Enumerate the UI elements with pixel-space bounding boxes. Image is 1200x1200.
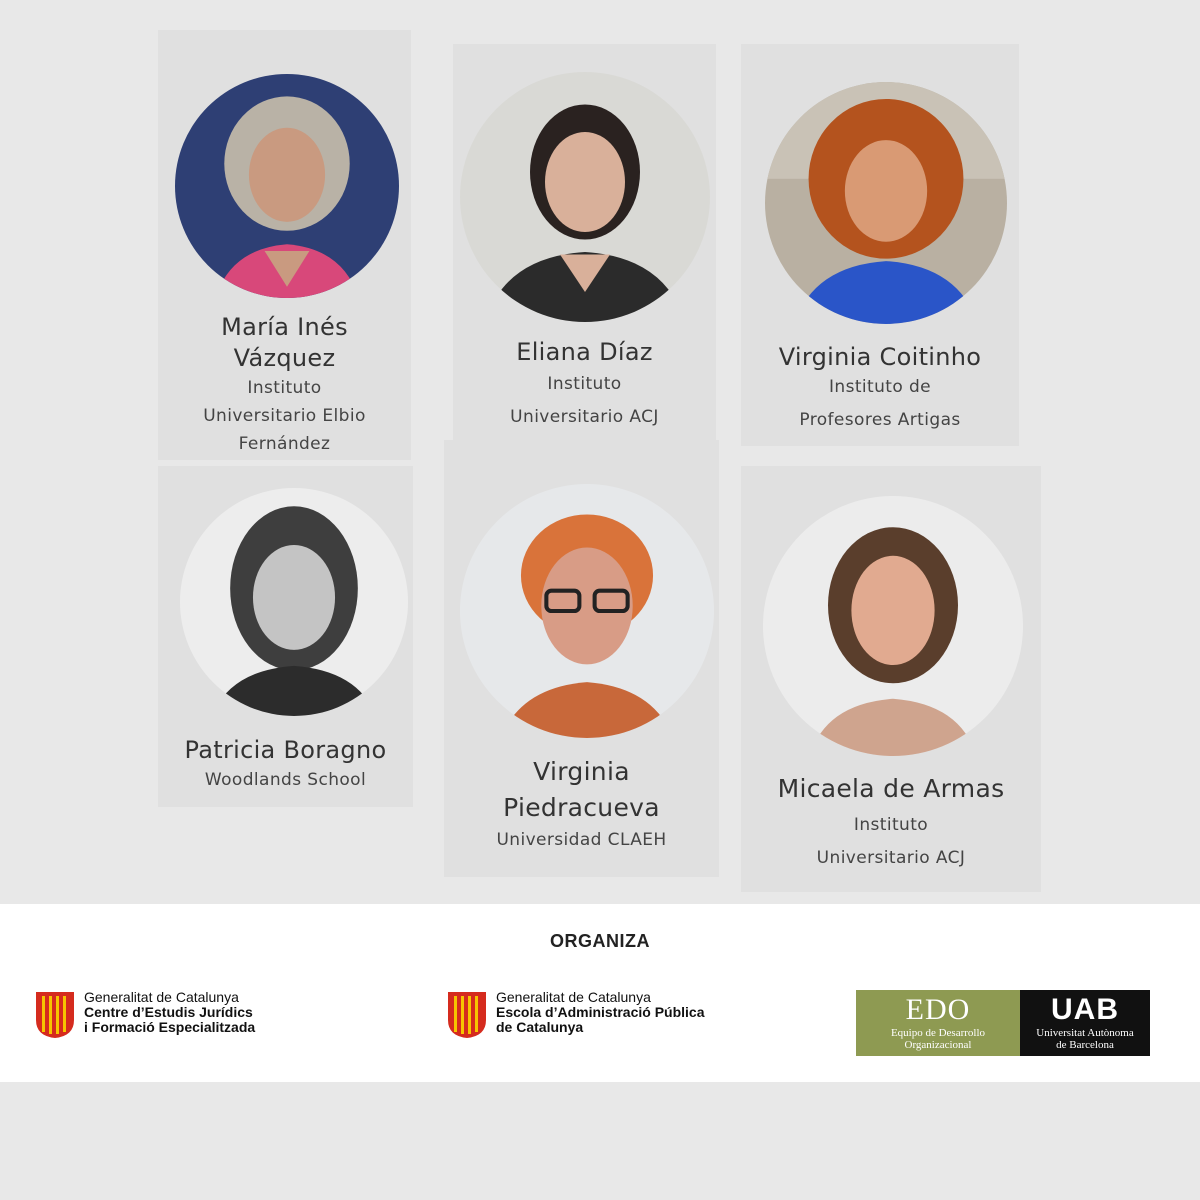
speaker-card: Virginia Coitinho Instituto de Profesore… [741,44,1019,446]
speaker-affiliation-line: Instituto de [829,377,931,397]
portrait-image [765,82,1007,324]
speaker-photo [765,82,1007,324]
uab-title: UAB [1051,993,1119,1026]
speaker-name-line: Eliana Díaz [516,338,653,366]
speaker-card: Virginia Piedracueva Universidad CLAEH [444,440,719,877]
speaker-name-line: Virginia [533,757,630,786]
eapc-logo: Generalitat de Catalunya Escola d’Admini… [446,990,705,1040]
portrait-image [763,496,1023,756]
speaker-name-line: María Inés [221,313,348,341]
generalitat-emblem-icon [448,992,486,1038]
speaker-name-line: Piedracueva [503,793,660,822]
uab-logo: UAB Universitat Autònoma de Barcelona [1020,990,1150,1056]
speaker-affiliation-line: Fernández [238,434,331,454]
organiza-heading: ORGANIZA [550,931,650,951]
speaker-affiliation-line: Instituto [247,378,322,398]
logo-line: Centre d’Estudis Jurídics [84,1004,253,1020]
speaker-photo [763,496,1023,756]
edo-subtitle: Equipo de Desarrollo [890,1027,986,1039]
portrait-image [460,72,710,322]
generalitat-emblem-icon [36,992,74,1038]
uab-subtitle: Universitat Autònoma [1036,1027,1134,1039]
logo-line: Generalitat de Catalunya [84,989,239,1005]
speaker-photo [460,484,714,738]
speaker-affiliation-line: Instituto [853,815,929,835]
speaker-photo [460,72,710,322]
speaker-affiliation-line: Universitario Elbio [203,406,366,426]
logo-line: Escola d’Administració Pública [496,1004,705,1020]
speaker-name-line: Virginia Coitinho [778,343,982,371]
edo-subtitle: Organizacional [904,1039,972,1051]
speaker-card: Eliana Díaz Instituto Universitario ACJ [453,44,716,440]
portrait-image [180,488,408,716]
logo-line: de Catalunya [496,1019,584,1035]
edo-logo: EDO Equipo de Desarrollo Organizacional [856,990,1020,1056]
speaker-photo [175,74,399,298]
cejfe-logo: Generalitat de Catalunya Centre d’Estudi… [34,990,255,1040]
speaker-name-line: Patricia Boragno [184,736,387,764]
speaker-card: María Inés Vázquez Instituto Universitar… [158,30,411,460]
edo-title: EDO [905,993,971,1026]
speaker-photo [180,488,408,716]
speaker-affiliation-line: Woodlands School [204,770,367,790]
portrait-image [460,484,714,738]
speaker-card: Patricia Boragno Woodlands School [158,466,413,807]
speaker-affiliation-line: Universidad CLAEH [496,830,667,850]
logo-line: i Formació Especialitzada [84,1019,256,1035]
organizers-footer: ORGANIZA Generalitat de Catalunya Centre… [0,904,1200,1082]
speaker-card: Micaela de Armas Instituto Universitario… [741,466,1041,892]
portrait-image [175,74,399,298]
uab-subtitle: de Barcelona [1056,1039,1114,1051]
speaker-affiliation-line: Profesores Artigas [799,410,961,430]
speaker-affiliation-line: Instituto [547,374,622,394]
speaker-affiliation-line: Universitario ACJ [510,407,659,427]
speaker-name-line: Vázquez [233,344,336,372]
speaker-name-line: Micaela de Armas [777,774,1005,803]
speaker-affiliation-line: Universitario ACJ [816,848,966,868]
logo-line: Generalitat de Catalunya [496,989,651,1005]
